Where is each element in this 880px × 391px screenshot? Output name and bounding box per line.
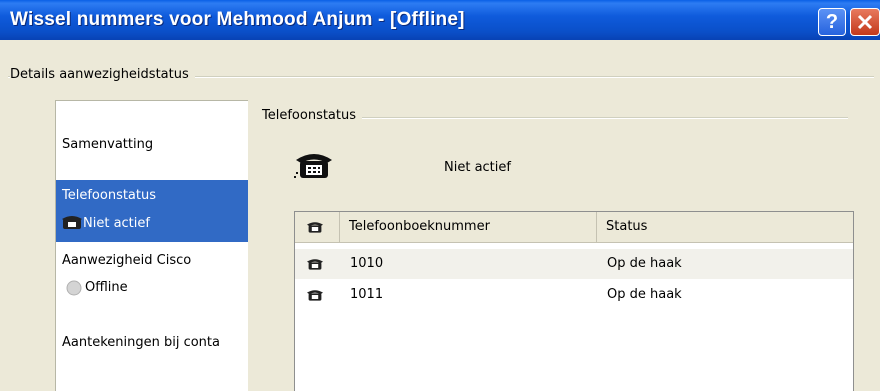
phone-icon [307, 290, 323, 301]
details-group-label: Details aanwezigheidstatus [10, 67, 195, 82]
status-cell: Op de haak [607, 256, 682, 271]
nav-item-label: Aanwezigheid Cisco [62, 253, 192, 268]
column-header-label: Status [606, 219, 648, 234]
phone-number-cell: 1011 [350, 287, 384, 302]
close-icon [857, 14, 873, 30]
presence-value: Offline [85, 280, 128, 295]
nav-item-label: Aantekeningen bij conta [62, 335, 220, 350]
table-header: Telefoonboeknummer Status [295, 212, 853, 243]
phone-group-label: Telefoonstatus [262, 108, 363, 123]
nav-item-summary[interactable]: Samenvatting [56, 131, 248, 161]
table-row[interactable]: 1010 Op de haak [295, 249, 853, 279]
phone-icon [307, 222, 323, 233]
phone-icon [307, 259, 323, 270]
nav-item-label: Samenvatting [62, 137, 154, 152]
nav-item-phone-status[interactable]: Telefoonstatus Niet actief [56, 180, 248, 242]
icon-column-header[interactable] [295, 212, 340, 242]
phone-icon [62, 216, 82, 229]
status-cell: Op de haak [607, 287, 682, 302]
phone-icon [294, 154, 332, 178]
close-button[interactable] [850, 8, 880, 36]
nav-item-notes[interactable]: Aantekeningen bij conta [56, 329, 248, 359]
nav-item-presence[interactable]: Aanwezigheid Cisco Offline [56, 247, 248, 305]
phone-status-value: Niet actief [83, 216, 150, 231]
column-header-status[interactable]: Status [597, 212, 853, 242]
phone-number-cell: 1010 [350, 256, 384, 271]
help-button[interactable]: ? [818, 8, 846, 36]
navigation-panel: Samenvatting Telefoonstatus Niet actief … [55, 100, 248, 391]
phone-status-text: Niet actief [444, 160, 511, 175]
window-title: Wissel nummers voor Mehmood Anjum - [Off… [10, 9, 465, 30]
column-header-label: Telefoonboeknummer [349, 219, 490, 234]
phone-numbers-table: Telefoonboeknummer Status 1010 Op de haa… [294, 211, 854, 391]
presence-offline-icon [66, 280, 82, 296]
table-row[interactable]: 1011 Op de haak [295, 280, 853, 310]
column-header-number[interactable]: Telefoonboeknummer [340, 212, 597, 242]
nav-item-label: Telefoonstatus [62, 188, 157, 203]
title-bar: Wissel nummers voor Mehmood Anjum - [Off… [0, 0, 880, 40]
